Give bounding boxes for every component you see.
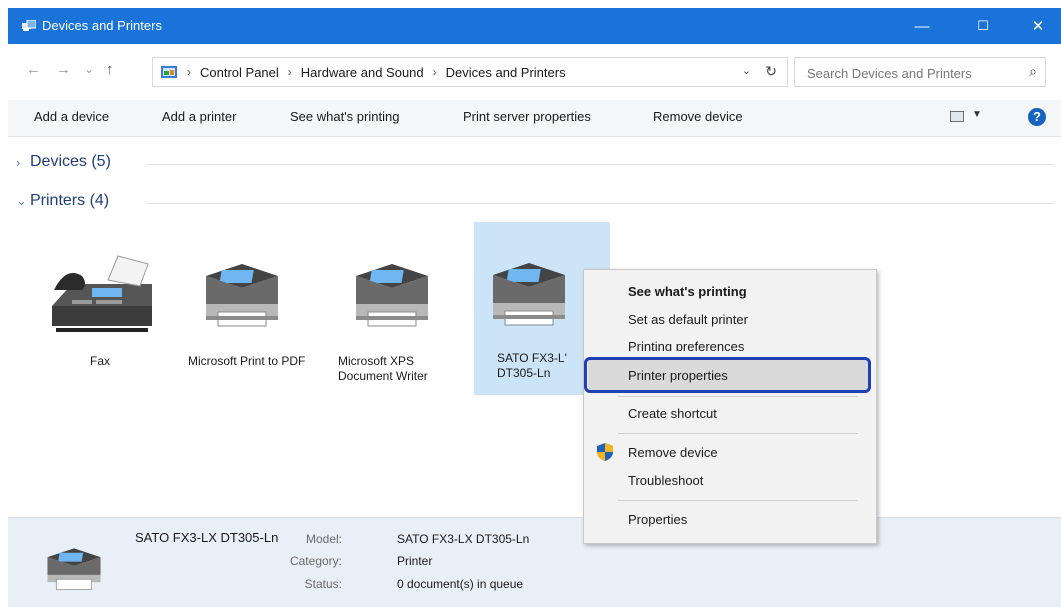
chevron-right-icon[interactable]: › <box>16 155 30 170</box>
printer-icon <box>206 264 278 327</box>
view-options-dropdown-icon[interactable]: ▼ <box>972 109 982 120</box>
printer-icon <box>493 263 565 326</box>
search-icon[interactable]: ⌕ <box>1029 63 1037 80</box>
group-divider <box>146 203 1053 204</box>
breadcrumb[interactable]: › Control Panel › Hardware and Sound › D… <box>152 57 788 87</box>
printer-icon <box>47 548 101 590</box>
menu-item-properties[interactable]: Properties <box>628 512 687 527</box>
menu-separator <box>618 433 858 434</box>
minimize-button[interactable]: — <box>899 8 945 44</box>
breadcrumb-control-panel[interactable]: Control Panel <box>200 65 279 80</box>
forward-arrow-icon[interactable]: → <box>56 61 71 78</box>
devices-group-header[interactable]: › Devices (5) <box>8 153 111 171</box>
details-category-key: Category: <box>289 554 342 568</box>
help-icon[interactable]: ? <box>1028 108 1046 126</box>
up-arrow-icon[interactable]: ↑ <box>106 61 114 78</box>
printer-item-microsoft-xps-document-writer[interactable]: Microsoft XPS Document Writer <box>326 224 462 394</box>
search-input[interactable] <box>805 59 1019 87</box>
details-pane: SATO FX3-LX DT305-Ln Model: SATO FX3-LX … <box>8 517 1061 607</box>
devices-group-label[interactable]: Devices (5) <box>30 153 111 171</box>
menu-item-remove-device[interactable]: Remove device <box>628 445 718 460</box>
menu-item-troubleshoot[interactable]: Troubleshoot <box>628 473 703 488</box>
menu-item-printing-preferences[interactable]: Printing preferences <box>628 339 744 351</box>
breadcrumb-hardware-and-sound[interactable]: Hardware and Sound <box>301 65 424 80</box>
window-title: Devices and Printers <box>42 18 162 33</box>
breadcrumb-separator[interactable]: › <box>288 65 292 79</box>
group-divider <box>146 164 1053 165</box>
address-row: ← → ⌄ ↑ › Control Panel › Hardware and S… <box>8 44 1061 100</box>
add-printer-button[interactable]: Add a printer <box>162 109 236 124</box>
printer-item-fax[interactable]: Fax <box>32 224 168 394</box>
refresh-icon[interactable]: ↻ <box>765 63 777 80</box>
address-dropdown-icon[interactable]: ⌄ <box>742 64 751 77</box>
search-box[interactable]: ⌕ <box>794 57 1046 87</box>
highlight-outline <box>584 357 871 393</box>
printer-label: Microsoft Print to PDF <box>188 354 306 368</box>
see-whats-printing-button[interactable]: See what's printing <box>290 109 399 124</box>
menu-separator <box>618 396 858 397</box>
printer-label: SATO FX3-L' DT305-Ln <box>497 351 567 380</box>
breadcrumb-separator: › <box>187 65 191 79</box>
devices-and-printers-icon <box>22 20 36 31</box>
details-device-name: SATO FX3-LX DT305-Ln <box>135 530 279 545</box>
control-panel-icon <box>161 66 177 78</box>
uac-shield-icon <box>597 443 613 461</box>
printers-group-header[interactable]: ⌄ Printers (4) <box>8 192 109 210</box>
close-button[interactable]: ✕ <box>1015 8 1061 44</box>
back-arrow-icon[interactable]: ← <box>26 61 41 78</box>
printer-icon <box>356 264 428 327</box>
breadcrumb-separator[interactable]: › <box>433 65 437 79</box>
printer-label: Microsoft XPS Document Writer <box>338 354 428 383</box>
details-model-key: Model: <box>305 532 342 546</box>
details-category-value: Printer <box>397 554 433 568</box>
menu-item-see-whats-printing[interactable]: See what's printing <box>628 284 747 299</box>
context-menu: See what's printing Set as default print… <box>583 269 877 544</box>
menu-item-set-as-default-printer[interactable]: Set as default printer <box>628 312 748 327</box>
remove-device-button[interactable]: Remove device <box>653 109 743 124</box>
fax-icon <box>52 255 152 332</box>
breadcrumb-devices-and-printers[interactable]: Devices and Printers <box>446 65 566 80</box>
printer-label: Fax <box>89 354 110 368</box>
recent-locations-icon[interactable]: ⌄ <box>84 62 94 76</box>
details-model-value: SATO FX3-LX DT305-Ln <box>397 532 530 546</box>
title-bar: Devices and Printers — ☐ ✕ <box>8 8 1061 44</box>
maximize-button[interactable]: ☐ <box>960 8 1006 44</box>
printers-group-label[interactable]: Printers (4) <box>30 192 109 210</box>
menu-item-create-shortcut[interactable]: Create shortcut <box>628 406 717 421</box>
devices-and-printers-window: Devices and Printers — ☐ ✕ ← → ⌄ ↑ › Con… <box>0 0 1061 607</box>
add-device-button[interactable]: Add a device <box>34 109 109 124</box>
chevron-down-icon[interactable]: ⌄ <box>16 193 30 209</box>
print-server-properties-button[interactable]: Print server properties <box>463 109 591 124</box>
printer-item-microsoft-print-to-pdf[interactable]: Microsoft Print to PDF <box>176 224 312 394</box>
command-bar: Add a device Add a printer See what's pr… <box>8 100 1061 137</box>
menu-separator <box>618 500 858 501</box>
details-status-key: Status: <box>304 577 342 591</box>
details-status-value: 0 document(s) in queue <box>397 577 524 591</box>
change-view-icon[interactable] <box>950 111 964 122</box>
